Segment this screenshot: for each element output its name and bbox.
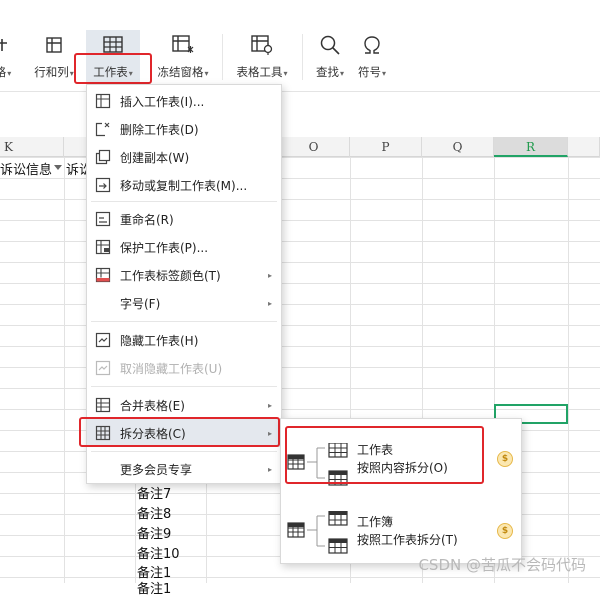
watermark: CSDN @苦瓜不会码代码 <box>418 554 586 575</box>
menu-item-delete-sheet[interactable]: 删除工作表(D) <box>87 115 281 143</box>
grid-column-line <box>64 157 65 583</box>
list-item[interactable]: 备注1 <box>137 578 171 597</box>
list-item[interactable]: 备注8 <box>137 503 171 522</box>
menu-item-font-size[interactable]: 字号(F) ▸ <box>87 289 281 317</box>
menu-item-more-vip[interactable]: 更多会员专享 ▸ <box>87 455 281 483</box>
split-option-title: 工作簿 <box>357 513 393 530</box>
vip-badge-icon: $ <box>497 451 513 467</box>
cell-format-button[interactable]: 格▾ <box>0 30 14 86</box>
chevron-right-icon: ▸ <box>268 465 272 474</box>
ribbon-toolbar: 格▾ 行和列▾ 工作表▾ 冻结窗格▾ 表格工具▾ 查找▾ <box>0 0 600 92</box>
vip-badge-icon: $ <box>497 523 513 539</box>
menu-item-label: 隐藏工作表(H) <box>120 332 198 349</box>
ribbon-separator <box>302 34 303 80</box>
freeze-panes-icon <box>154 30 212 60</box>
menu-separator <box>91 201 277 202</box>
search-icon <box>312 30 348 60</box>
cell-header-litigation[interactable]: 诉讼信息 <box>0 159 52 178</box>
table-tools-icon <box>232 30 292 60</box>
menu-item-tab-color[interactable]: 工作表标签颜色(T) ▸ <box>87 261 281 289</box>
column-header-r[interactable]: R <box>494 137 568 157</box>
table-tools-button[interactable]: 表格工具▾ <box>232 30 292 86</box>
menu-item-label: 工作表标签颜色(T) <box>120 267 221 284</box>
split-by-sheet-option[interactable]: 工作簿 按照工作表拆分(T) $ <box>281 501 521 559</box>
list-item[interactable]: 备注10 <box>137 543 180 562</box>
freeze-panes-label: 冻结窗格 <box>157 65 203 79</box>
ribbon-separator <box>222 34 223 80</box>
menu-item-label: 插入工作表(I)... <box>120 93 204 110</box>
hide-sheet-icon <box>94 332 112 348</box>
move-sheet-icon <box>94 177 112 193</box>
grid-column-line <box>568 157 569 583</box>
chevron-right-icon: ▸ <box>268 299 272 308</box>
menu-item-move-copy[interactable]: 移动或复制工作表(M)... <box>87 171 281 199</box>
menu-item-label: 字号(F) <box>120 295 160 312</box>
menu-item-label: 删除工作表(D) <box>120 121 199 138</box>
highlight-box-worksheet <box>74 53 152 84</box>
delete-sheet-icon <box>94 121 112 137</box>
menu-item-merge-tables[interactable]: 合并表格(E) ▸ <box>87 391 281 419</box>
column-header-l[interactable] <box>64 137 88 157</box>
menu-item-label: 合并表格(E) <box>120 397 185 414</box>
table-tools-label: 表格工具 <box>236 65 282 79</box>
column-header-k[interactable]: K <box>0 137 64 157</box>
menu-item-label: 取消隐藏工作表(U) <box>120 360 222 377</box>
chevron-right-icon: ▸ <box>268 271 272 280</box>
menu-item-hide-sheet[interactable]: 隐藏工作表(H) <box>87 326 281 354</box>
column-header-q[interactable]: Q <box>422 137 494 157</box>
column-header-p[interactable]: P <box>350 137 422 157</box>
find-button[interactable]: 查找▾ <box>312 30 348 86</box>
rename-icon <box>94 211 112 227</box>
omega-icon <box>354 30 390 60</box>
menu-item-label: 重命名(R) <box>120 211 174 228</box>
menu-item-rename[interactable]: 重命名(R) <box>87 205 281 233</box>
menu-item-protect-sheet[interactable]: 保护工作表(P)... <box>87 233 281 261</box>
column-header-s[interactable] <box>568 137 600 157</box>
insert-sheet-icon <box>94 93 112 109</box>
menu-item-label: 创建副本(W) <box>120 149 189 166</box>
rows-cols-label: 行和列 <box>34 65 69 79</box>
highlight-box-split <box>79 417 280 447</box>
find-label: 查找 <box>316 65 339 79</box>
menu-item-label: 更多会员专享 <box>120 461 192 478</box>
table-insert-icon <box>0 30 14 60</box>
chevron-right-icon: ▸ <box>268 401 272 410</box>
highlight-box-split-content <box>285 426 484 484</box>
cell-format-label: 格 <box>0 65 6 79</box>
menu-item-insert-sheet[interactable]: 插入工作表(I)... <box>87 87 281 115</box>
freeze-panes-button[interactable]: 冻结窗格▾ <box>154 30 212 86</box>
menu-item-label: 保护工作表(P)... <box>120 239 208 256</box>
filter-dropdown-icon[interactable] <box>54 165 62 170</box>
menu-separator <box>91 451 277 452</box>
menu-item-label: 移动或复制工作表(M)... <box>120 177 247 194</box>
protect-sheet-icon <box>94 239 112 255</box>
menu-item-unhide-sheet[interactable]: 取消隐藏工作表(U) <box>87 354 281 382</box>
merge-tables-icon <box>94 397 112 413</box>
rows-cols-button[interactable]: 行和列▾ <box>32 30 76 86</box>
copy-icon <box>94 149 112 165</box>
list-item[interactable]: 备注9 <box>137 523 171 542</box>
unhide-sheet-icon <box>94 360 112 376</box>
symbol-button[interactable]: 符号▾ <box>354 30 390 86</box>
column-header-o[interactable]: O <box>278 137 350 157</box>
split-option-description: 按照工作表拆分(T) <box>357 531 458 548</box>
split-to-workbook-icon <box>287 511 353 559</box>
menu-separator <box>91 386 277 387</box>
menu-item-create-copy[interactable]: 创建副本(W) <box>87 143 281 171</box>
rows-cols-icon <box>32 30 76 60</box>
cell-k1-text: 诉讼信息 <box>0 163 52 178</box>
list-item[interactable]: 备注7 <box>137 483 171 502</box>
symbol-label: 符号 <box>358 65 381 79</box>
menu-separator <box>91 321 277 322</box>
tab-color-icon <box>94 267 112 283</box>
